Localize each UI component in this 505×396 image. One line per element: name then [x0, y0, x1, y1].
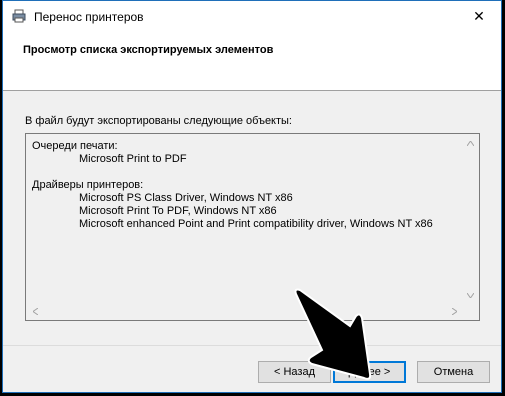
scroll-right-arrow-icon[interactable]: [452, 308, 457, 315]
window-title: Перенос принтеров: [34, 10, 144, 24]
vertical-scrollbar[interactable]: [463, 135, 478, 304]
footer-divider: [3, 345, 501, 346]
close-icon: ✕: [473, 7, 485, 24]
horizontal-scrollbar[interactable]: [27, 304, 463, 319]
printer-migration-window: Перенос принтеров ✕ Просмотр списка эксп…: [2, 0, 502, 393]
list-item: Microsoft PS Class Driver, Windows NT x8…: [79, 192, 293, 204]
cancel-button[interactable]: Отмена: [417, 361, 490, 383]
scroll-down-arrow-icon[interactable]: [467, 293, 474, 298]
list-item: Microsoft Print to PDF: [79, 153, 187, 165]
list-item: Microsoft Print To PDF, Windows NT x86: [79, 205, 277, 217]
export-list-box[interactable]: Очереди печати: Microsoft Print to PDF Д…: [25, 133, 480, 321]
close-button[interactable]: ✕: [457, 1, 501, 31]
list-item: Microsoft enhanced Point and Print compa…: [79, 218, 433, 230]
export-intro-label: В файл будут экспортированы следующие об…: [25, 115, 292, 127]
mouse-pointer-icon: [294, 288, 372, 380]
printer-icon: [12, 9, 26, 23]
drivers-heading: Драйверы принтеров:: [32, 179, 144, 191]
page-title: Просмотр списка экспортируемых элементов: [23, 44, 274, 56]
export-list-content: Очереди печати: Microsoft Print to PDF Д…: [32, 140, 433, 231]
scroll-left-arrow-icon[interactable]: [33, 308, 38, 315]
scroll-up-arrow-icon[interactable]: [467, 141, 474, 146]
wizard-header: Просмотр списка экспортируемых элементов: [3, 33, 501, 91]
title-bar: Перенос принтеров ✕: [3, 1, 501, 33]
queues-heading: Очереди печати:: [32, 140, 118, 152]
